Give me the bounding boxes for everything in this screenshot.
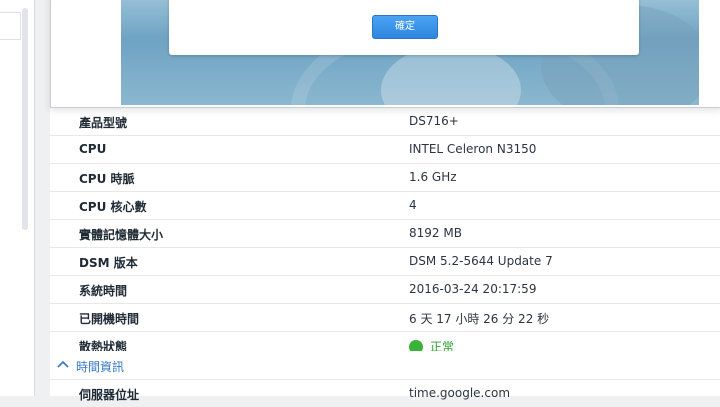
time-section-header[interactable]: 時間資訊 <box>50 351 720 380</box>
info-value: 1.6 GHz <box>409 170 457 184</box>
section-title: 時間資訊 <box>76 360 125 374</box>
info-value: 4 <box>409 198 417 212</box>
ok-button[interactable]: 確定 <box>372 15 438 39</box>
info-label: 已開機時間 <box>79 312 140 326</box>
left-scrollbar[interactable] <box>22 8 28 230</box>
info-label: 伺服器位址 <box>79 388 140 402</box>
info-row-uptime: 已開機時間 6 天 17 小時 26 分 22 秒 <box>50 304 720 332</box>
info-value: INTEL Celeron N3150 <box>409 142 537 156</box>
dialog-window: 確定 <box>50 0 720 108</box>
left-panel <box>0 0 35 396</box>
info-label: CPU <box>79 142 107 156</box>
info-label: 產品型號 <box>79 116 128 130</box>
info-row-dsm-version: DSM 版本 DSM 5.2-5644 Update 7 <box>50 248 720 276</box>
info-row-cpu-clock: CPU 時脈 1.6 GHz <box>50 164 720 192</box>
info-label: DSM 版本 <box>79 256 138 270</box>
info-row-cpu-cores: CPU 核心數 4 <box>50 192 720 220</box>
info-value: 2016-03-24 20:17:59 <box>409 282 537 296</box>
info-value: time.google.com <box>409 386 511 400</box>
left-panel-item[interactable] <box>0 12 21 40</box>
info-row-ntp-server: 伺服器位址 time.google.com <box>50 380 720 407</box>
chevron-up-icon <box>57 360 69 368</box>
info-value: DS716+ <box>409 114 459 128</box>
info-row-cpu: CPU INTEL Celeron N3150 <box>50 136 720 164</box>
info-row-memory: 實體記憶體大小 8192 MB <box>50 220 720 248</box>
info-label: CPU 核心數 <box>79 200 147 214</box>
info-label: 實體記憶體大小 <box>79 228 164 242</box>
info-row-system-time: 系統時間 2016-03-24 20:17:59 <box>50 276 720 304</box>
info-value: DSM 5.2-5644 Update 7 <box>409 254 553 268</box>
system-info-table: 產品型號 DS716+ CPU INTEL Celeron N3150 CPU … <box>50 108 720 360</box>
info-row-model: 產品型號 DS716+ <box>50 108 720 136</box>
info-label: 系統時間 <box>79 284 128 298</box>
info-value: 8192 MB <box>409 226 462 240</box>
info-value: 6 天 17 小時 26 分 22 秒 <box>409 312 550 326</box>
dialog-card: 確定 <box>169 0 639 55</box>
info-label: CPU 時脈 <box>79 172 135 186</box>
